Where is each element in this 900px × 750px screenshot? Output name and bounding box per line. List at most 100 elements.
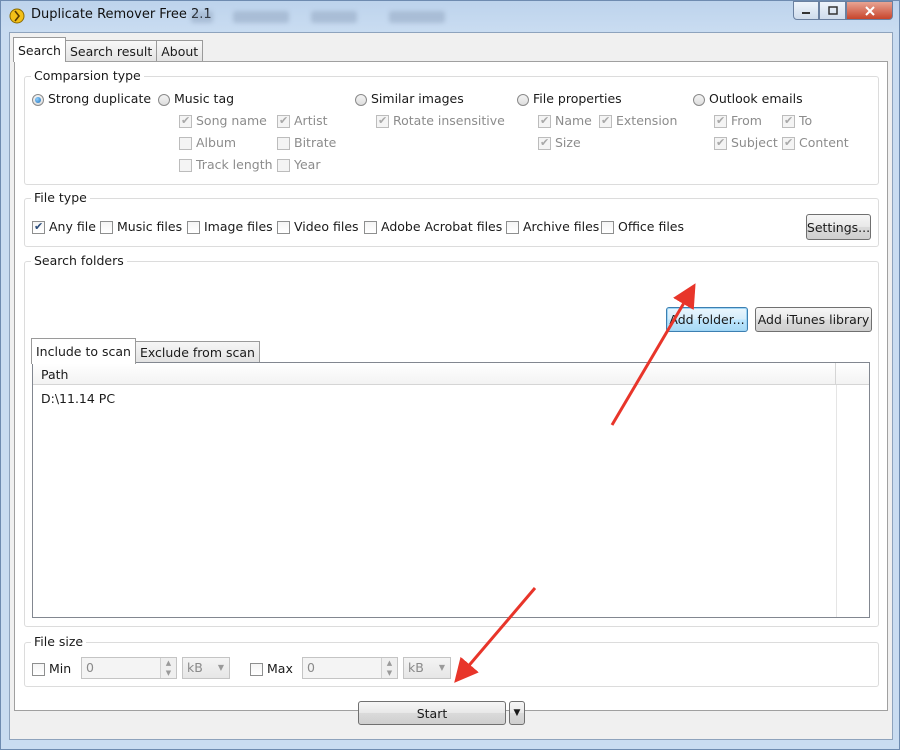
checkbox	[32, 220, 45, 234]
tab-search[interactable]: Search	[13, 37, 66, 62]
checkbox-label: Image files	[204, 219, 273, 234]
radio-similar-images[interactable]: Similar images	[355, 91, 464, 106]
check-size[interactable]: Size	[538, 135, 581, 150]
tab-search-result[interactable]: Search result	[64, 40, 158, 62]
check-office-files[interactable]: Office files	[601, 219, 684, 234]
radio-outlook-emails[interactable]: Outlook emails	[693, 91, 803, 106]
checkbox-label: Track length	[196, 157, 273, 172]
comparison-type-group: Comparsion type Strong duplicate Music t…	[24, 68, 879, 185]
min-size-spinner[interactable]: ▲ ▼	[160, 658, 176, 678]
max-size-spinner[interactable]: ▲ ▼	[381, 658, 397, 678]
chevron-down-icon: ▼	[513, 708, 521, 718]
check-min-size[interactable]: Min	[32, 661, 71, 676]
check-content[interactable]: Content	[782, 135, 849, 150]
check-album[interactable]: Album	[179, 135, 236, 150]
file-type-title: File type	[31, 190, 90, 205]
column-divider	[836, 385, 837, 617]
checkbox-label: Year	[294, 157, 321, 172]
minimize-button[interactable]	[793, 1, 819, 20]
checkbox-label: Subject	[731, 135, 778, 150]
client-area: Search Search result About Comparsion ty…	[9, 32, 893, 740]
tab-include-to-scan[interactable]: Include to scan	[31, 338, 136, 364]
checkbox	[601, 221, 614, 234]
checkbox-label: Size	[555, 135, 581, 150]
checkbox	[277, 159, 290, 172]
checkbox	[179, 137, 192, 150]
checkbox-label: Max	[267, 661, 293, 676]
radio-indicator	[158, 93, 170, 106]
maximize-button[interactable]	[819, 1, 846, 20]
checkbox-label: Album	[196, 135, 237, 150]
check-archive-files[interactable]: Archive files	[506, 219, 599, 234]
check-video-files[interactable]: Video files	[277, 219, 359, 234]
start-options-button[interactable]: ▼	[509, 701, 525, 725]
blurred-background-text	[311, 11, 357, 23]
checkbox-label: Archive files	[523, 219, 600, 234]
checkbox-label: Content	[799, 135, 849, 150]
check-song-name[interactable]: Song name	[179, 113, 267, 128]
close-button[interactable]	[846, 1, 893, 20]
check-bitrate[interactable]: Bitrate	[277, 135, 336, 150]
radio-strong-duplicate[interactable]: Strong duplicate	[32, 91, 151, 106]
min-size-input[interactable]: 0 ▲ ▼	[81, 657, 177, 679]
checkbox	[100, 221, 113, 234]
checkbox-label: Bitrate	[294, 135, 337, 150]
radio-indicator	[693, 93, 705, 106]
checkbox-label: Music files	[117, 219, 183, 234]
max-unit-value: kB	[408, 660, 424, 675]
radio-label: Outlook emails	[709, 91, 803, 106]
file-size-group: File size Min 0 ▲ ▼ kB ▼ Max 0 ▲ ▼ kB ▼	[24, 634, 879, 687]
main-tabs: Search Search result About	[13, 37, 204, 63]
radio-label: File properties	[533, 91, 622, 106]
check-rotate-insensitive[interactable]: Rotate insensitive	[376, 113, 505, 128]
settings-button[interactable]: Settings...	[806, 214, 871, 240]
checkbox-label: Extension	[616, 113, 678, 128]
checkbox	[179, 159, 192, 172]
check-max-size[interactable]: Max	[250, 661, 293, 676]
checkbox	[250, 663, 263, 676]
list-item[interactable]: D:\11.14 PC	[41, 391, 115, 406]
check-from[interactable]: From	[714, 113, 762, 128]
check-to[interactable]: To	[782, 113, 812, 128]
min-unit-select[interactable]: kB ▼	[182, 657, 230, 679]
max-unit-select[interactable]: kB ▼	[403, 657, 451, 679]
search-tab-page: Comparsion type Strong duplicate Music t…	[14, 61, 888, 725]
radio-indicator	[517, 93, 529, 106]
check-subject[interactable]: Subject	[714, 135, 778, 150]
radio-indicator	[355, 93, 367, 106]
tab-about[interactable]: About	[156, 40, 204, 62]
check-name[interactable]: Name	[538, 113, 592, 128]
add-folder-button[interactable]: Add folder...	[666, 307, 748, 332]
check-any-file[interactable]: Any file	[32, 219, 96, 234]
check-music-files[interactable]: Music files	[100, 219, 182, 234]
blurred-background-text	[191, 11, 213, 23]
check-image-files[interactable]: Image files	[187, 219, 273, 234]
min-unit-value: kB	[187, 660, 203, 675]
radio-label: Music tag	[174, 91, 235, 106]
checkbox	[179, 114, 192, 128]
checkbox	[538, 114, 551, 128]
blurred-background-text	[233, 11, 289, 23]
radio-music-tag[interactable]: Music tag	[158, 91, 234, 106]
checkbox	[506, 221, 519, 234]
app-logo-icon	[9, 8, 25, 24]
checkbox	[538, 136, 551, 150]
checkbox-label: Any file	[49, 219, 96, 234]
check-artist[interactable]: Artist	[277, 113, 327, 128]
close-icon	[864, 5, 875, 16]
max-size-input[interactable]: 0 ▲ ▼	[302, 657, 398, 679]
title-bar[interactable]: Duplicate Remover Free 2.1	[1, 1, 900, 31]
start-button[interactable]: Start	[358, 701, 506, 725]
check-year[interactable]: Year	[277, 157, 320, 172]
check-extension[interactable]: Extension	[599, 113, 677, 128]
comparison-type-title: Comparsion type	[31, 68, 144, 83]
checkbox	[782, 114, 795, 128]
add-itunes-library-button[interactable]: Add iTunes library	[755, 307, 872, 332]
check-track-length[interactable]: Track length	[179, 157, 273, 172]
checkbox	[277, 221, 290, 234]
tab-exclude-from-scan[interactable]: Exclude from scan	[134, 341, 260, 363]
column-header-path[interactable]: Path	[41, 367, 68, 382]
checkbox-label: Artist	[294, 113, 328, 128]
check-adobe-acrobat-files[interactable]: Adobe Acrobat files	[364, 219, 502, 234]
radio-file-properties[interactable]: File properties	[517, 91, 622, 106]
